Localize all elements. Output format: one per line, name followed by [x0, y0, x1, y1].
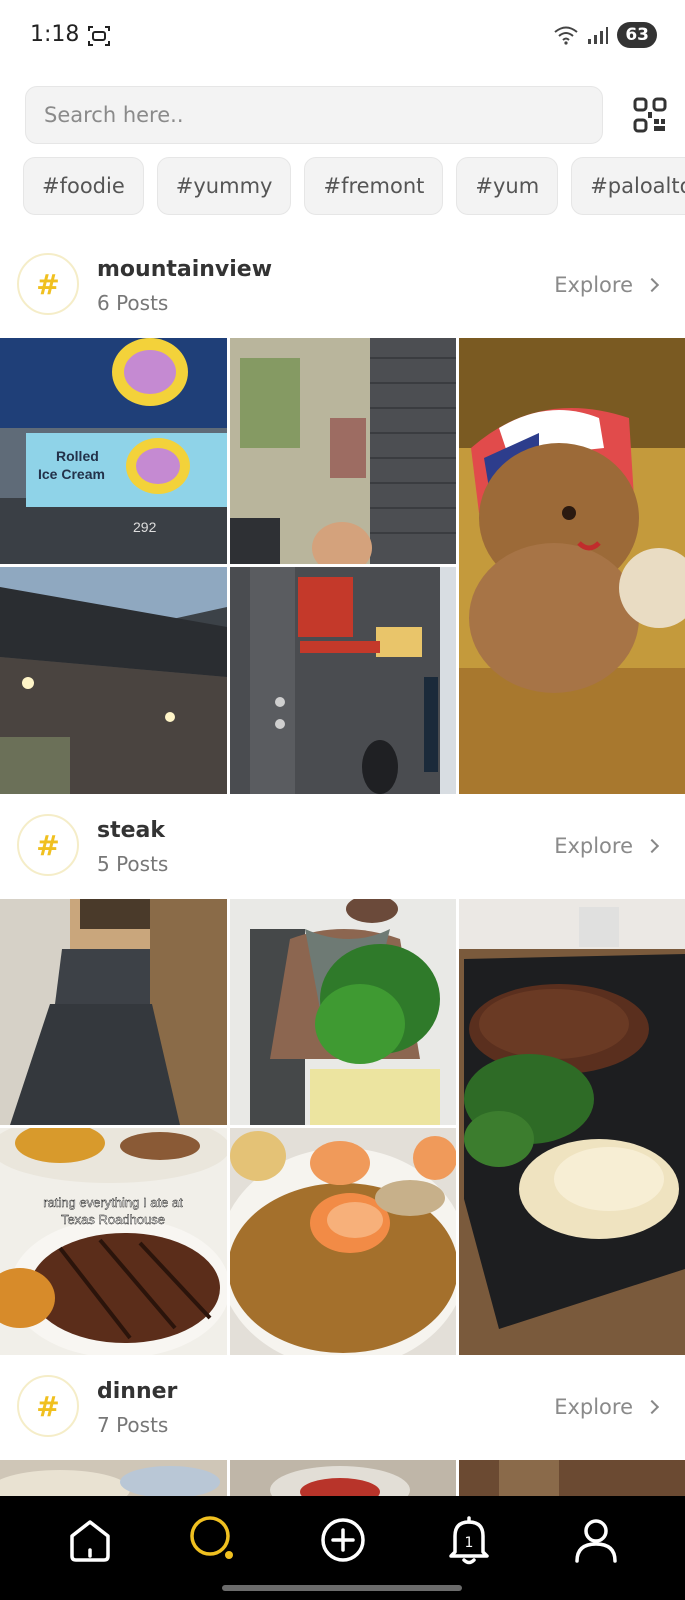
chevron-right-icon [644, 277, 660, 293]
search-icon [190, 1516, 233, 1559]
chevron-right-icon [644, 1399, 660, 1415]
photo-tile[interactable] [230, 338, 456, 564]
explore-label: Explore [554, 1395, 633, 1419]
photo-tile[interactable] [0, 567, 227, 794]
photo-tile[interactable] [230, 1460, 456, 1496]
wifi-icon [554, 26, 578, 45]
nav-create-button[interactable] [317, 1514, 369, 1566]
nav-profile-button[interactable] [570, 1514, 622, 1566]
hashtag-section-mountainview[interactable]: # mountainview 6 Posts Explore [0, 237, 685, 333]
hashtag-post-count: 5 Posts [97, 852, 169, 876]
signal-icon [588, 27, 609, 44]
battery-indicator: 63 [617, 22, 657, 48]
photo-tile[interactable] [459, 1460, 685, 1496]
notifications-icon: 1 [449, 1516, 489, 1565]
photo-grid-dinner [0, 1460, 685, 1496]
home-icon [70, 1520, 110, 1562]
tag-chip-yummy[interactable]: #yummy [156, 157, 292, 215]
hashtag-icon: # [17, 253, 79, 315]
search-field[interactable] [25, 86, 603, 144]
hashtag-icon: # [17, 814, 79, 876]
profile-icon [575, 1519, 617, 1563]
photo-caption-line-2: Texas Roadhouse [61, 1212, 165, 1227]
photo-tile[interactable]: Rolled Ice Cream 292 [0, 338, 227, 564]
status-time: 1:18 [30, 22, 80, 47]
hashtag-post-count: 6 Posts [97, 291, 169, 315]
explore-button[interactable]: Explore [554, 1395, 660, 1419]
photo-caption-line-1: rating everything I ate at [43, 1195, 183, 1210]
screenshot-icon [88, 26, 110, 46]
add-icon [321, 1518, 365, 1562]
hashtag-section-dinner[interactable]: # dinner 7 Posts Explore [0, 1359, 685, 1455]
tag-chip-yum[interactable]: #yum [456, 157, 559, 215]
hashtag-title: steak [97, 818, 166, 843]
qr-code-icon[interactable] [633, 97, 667, 133]
explore-label: Explore [554, 273, 633, 297]
tag-chip-paloalto[interactable]: #paloalto [571, 157, 685, 215]
hashtag-section-steak[interactable]: # steak 5 Posts Explore [0, 798, 685, 894]
hashtag-title: mountainview [97, 257, 273, 282]
sign-text-ice-cream: Ice Cream [38, 466, 105, 482]
photo-tile[interactable] [0, 1460, 227, 1496]
hashtag-icon: # [17, 1375, 79, 1437]
sign-text-rolled: Rolled [56, 448, 99, 464]
search-input[interactable] [44, 103, 602, 127]
chevron-right-icon [644, 838, 660, 854]
status-bar: 1:18 63 [0, 0, 685, 74]
tag-chip-row: #foodie #yummy #fremont #yum #paloalto [23, 157, 685, 215]
photo-tile[interactable] [0, 899, 227, 1125]
photo-grid-steak: rating everything I ate at Texas Roadhou… [0, 899, 685, 1355]
hashtag-post-count: 7 Posts [97, 1413, 169, 1437]
status-indicators: 63 [553, 22, 657, 48]
home-indicator[interactable] [222, 1585, 462, 1591]
photo-tile[interactable] [459, 338, 685, 794]
sign-number: 292 [133, 519, 157, 535]
hashtag-title: dinner [97, 1379, 178, 1404]
photo-grid-mountainview: Rolled Ice Cream 292 [0, 338, 685, 794]
nav-search-button[interactable] [188, 1514, 240, 1566]
explore-label: Explore [554, 834, 633, 858]
notification-count: 1 [465, 1535, 474, 1551]
photo-tile[interactable] [230, 567, 456, 794]
photo-tile[interactable] [230, 1128, 456, 1355]
photo-tile[interactable]: rating everything I ate at Texas Roadhou… [0, 1128, 227, 1355]
nav-notifications-button[interactable]: 1 [443, 1514, 495, 1566]
explore-button[interactable]: Explore [554, 273, 660, 297]
tag-chip-fremont[interactable]: #fremont [304, 157, 444, 215]
tag-chip-foodie[interactable]: #foodie [23, 157, 144, 215]
photo-tile[interactable] [230, 899, 456, 1125]
photo-tile[interactable] [459, 899, 685, 1355]
explore-button[interactable]: Explore [554, 834, 660, 858]
nav-home-button[interactable] [64, 1514, 116, 1566]
